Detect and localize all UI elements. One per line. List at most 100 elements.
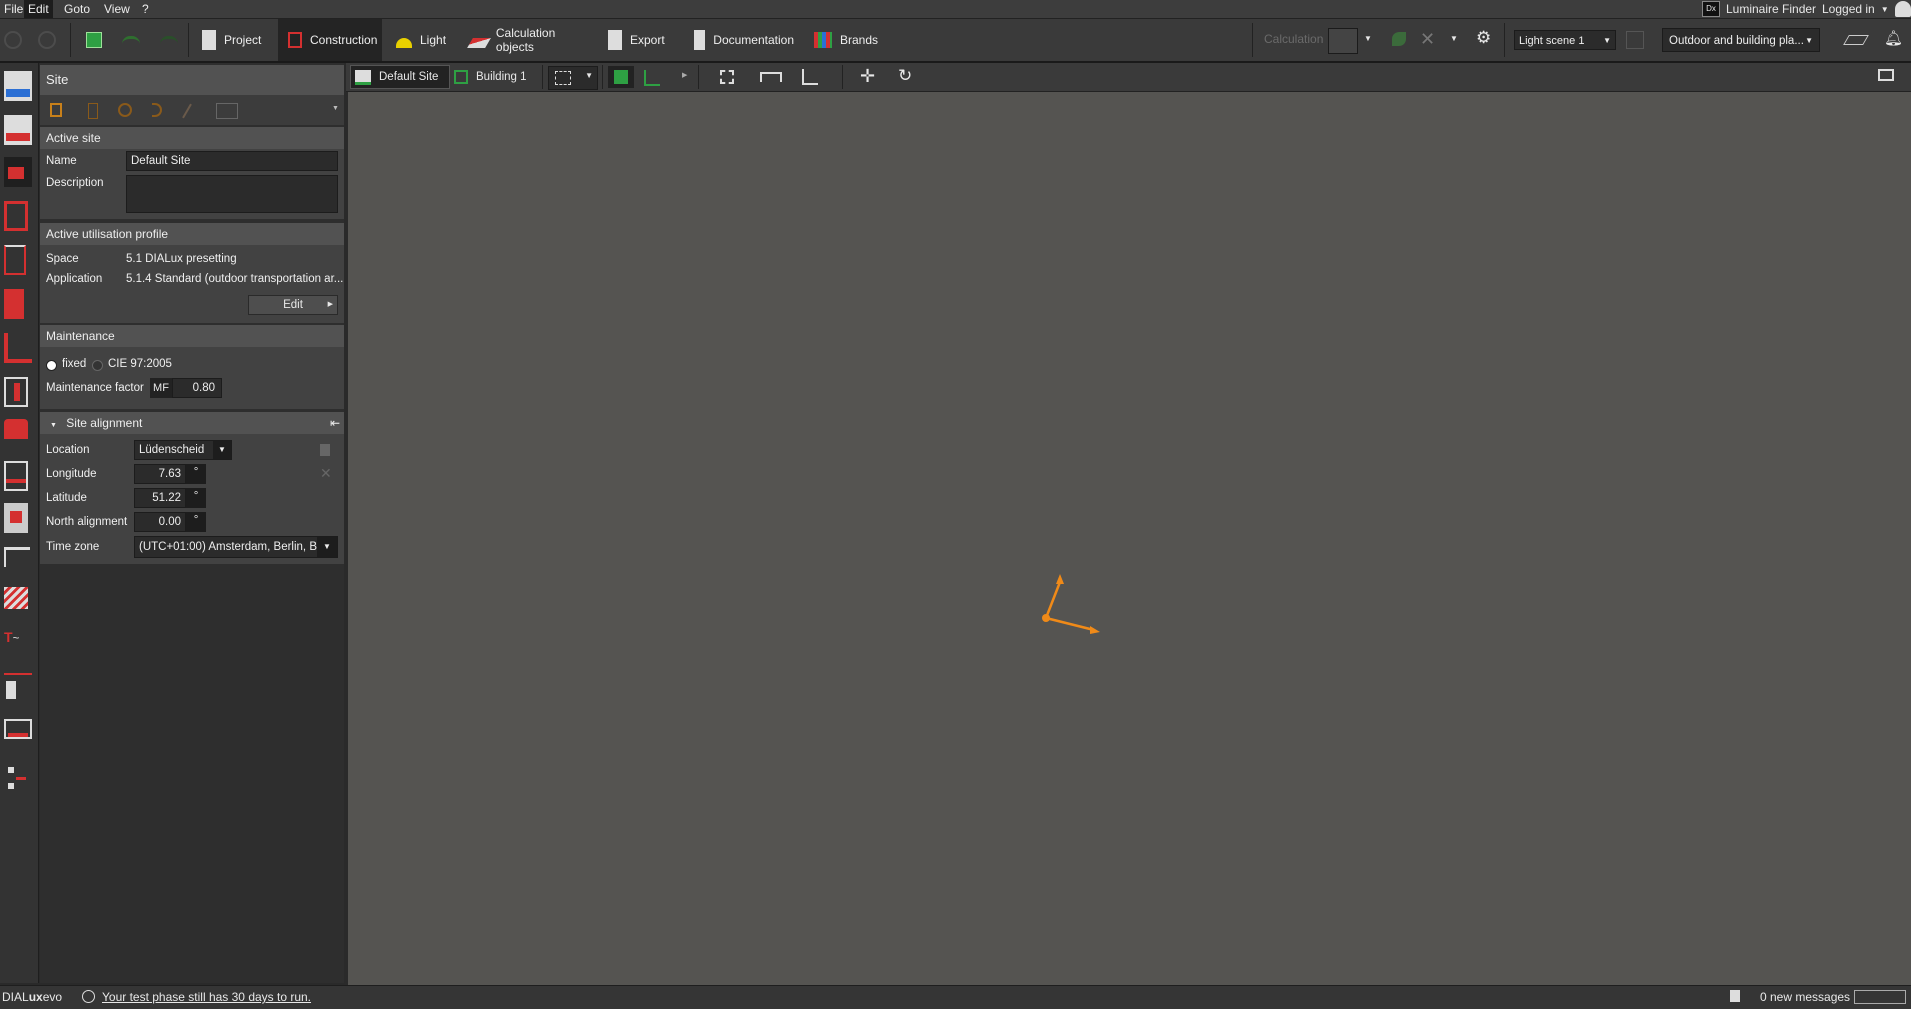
- tab-calculation-objects[interactable]: Calculation objects: [467, 19, 596, 61]
- cie-radio[interactable]: [92, 360, 103, 371]
- forward-icon[interactable]: [38, 31, 56, 49]
- leaf-icon[interactable]: [1392, 32, 1406, 46]
- building-breadcrumb[interactable]: Building 1: [454, 65, 534, 89]
- progress-bar: [1854, 990, 1906, 1004]
- furniture-tool-icon[interactable]: [4, 547, 30, 567]
- location-value: Lüdenscheid: [139, 444, 205, 456]
- chevron-right-icon[interactable]: ▶: [682, 71, 687, 79]
- latitude-input[interactable]: 51.22: [134, 488, 186, 508]
- north-alignment-unit: °: [186, 512, 206, 532]
- table-icon[interactable]: [216, 103, 238, 119]
- wall-tool-icon[interactable]: [4, 333, 32, 363]
- room-tool-icon[interactable]: [4, 289, 24, 319]
- tab-light[interactable]: Light: [396, 19, 456, 61]
- selection-mode-select[interactable]: ▼: [548, 66, 598, 90]
- measure-width-icon[interactable]: [760, 72, 782, 82]
- fixed-radio[interactable]: [46, 360, 57, 371]
- scene-settings-icon[interactable]: [1626, 31, 1644, 49]
- gear-icon[interactable]: ⚙: [1476, 28, 1491, 48]
- site-tool-icon[interactable]: [4, 157, 32, 187]
- north-alignment-label: North alignment: [46, 516, 128, 528]
- tool-strip: T~: [0, 63, 39, 983]
- cancel-dropdown-icon[interactable]: ▼: [1450, 34, 1458, 43]
- site-alignment-header[interactable]: ▼ Site alignment ⇤: [40, 412, 344, 434]
- user-avatar-icon: [1894, 1, 1911, 17]
- edit-profile-label: Edit: [283, 299, 303, 311]
- tab-export[interactable]: Export: [608, 19, 674, 61]
- panel-title: Site: [40, 65, 344, 95]
- site-alignment-title: Site alignment: [66, 416, 143, 430]
- notification-bell-icon[interactable]: 🔔︎: [1884, 29, 1903, 47]
- redo-icon[interactable]: [160, 36, 178, 47]
- rectangle-tool-icon[interactable]: [4, 719, 32, 739]
- menu-view[interactable]: View: [100, 0, 134, 18]
- planning-mode-select[interactable]: Outdoor and building pla... ▼: [1662, 28, 1820, 52]
- tab-brands[interactable]: Brands: [814, 19, 884, 61]
- menu-goto[interactable]: Goto: [60, 0, 94, 18]
- luminaire-finder-button[interactable]: Dx Luminaire Finder: [1702, 1, 1816, 17]
- tab-documentation[interactable]: Documentation: [694, 19, 794, 61]
- light-scene-select[interactable]: Light scene 1 ▼: [1514, 30, 1616, 50]
- door-icon[interactable]: [88, 103, 98, 119]
- north-alignment-input[interactable]: 0.00: [134, 512, 186, 532]
- view-3d-button[interactable]: [608, 66, 634, 88]
- dwg-import-icon[interactable]: [4, 71, 32, 101]
- zoom-extents-icon[interactable]: [720, 70, 734, 84]
- monitor-icon[interactable]: [1878, 69, 1894, 81]
- site-description-input[interactable]: [126, 175, 338, 213]
- calculation-dropdown-icon[interactable]: ▼: [1364, 34, 1372, 43]
- chevron-down-icon: ▼: [585, 71, 593, 80]
- text-tool-icon[interactable]: T~: [4, 629, 32, 659]
- save-icon[interactable]: [86, 32, 102, 48]
- curve-icon[interactable]: [152, 103, 162, 117]
- material-tool-icon[interactable]: [4, 587, 28, 609]
- clear-location-icon[interactable]: ✕: [320, 465, 332, 482]
- maintenance-section: fixed CIE 97:2005 Maintenance factor MF …: [40, 347, 344, 409]
- move-icon[interactable]: ✛: [860, 66, 875, 87]
- ceiling-tool-icon[interactable]: [4, 461, 28, 491]
- ifc-import-icon[interactable]: [4, 115, 32, 145]
- rotate-icon[interactable]: ↻: [898, 66, 912, 86]
- cube-3d-icon: [614, 70, 628, 84]
- longitude-input[interactable]: 7.63: [134, 464, 186, 484]
- roof-tool-icon[interactable]: [4, 419, 28, 439]
- save-status-icon: [1730, 990, 1740, 1002]
- ground-plane-icon[interactable]: [1843, 35, 1869, 45]
- circle-icon[interactable]: [118, 103, 132, 117]
- mf-tag: MF: [150, 378, 172, 398]
- cut-tool-icon[interactable]: [4, 673, 32, 705]
- active-site-section: Name Default Site Description: [40, 149, 344, 219]
- site-name-input[interactable]: Default Site: [126, 151, 338, 171]
- maintenance-factor-input[interactable]: 0.80: [172, 378, 222, 398]
- angle-icon[interactable]: [182, 103, 192, 119]
- dialux-logo: DIALuxevo: [2, 990, 62, 1004]
- storey-tool-icon[interactable]: [4, 245, 26, 275]
- tab-project[interactable]: Project: [202, 19, 276, 61]
- default-site-breadcrumb[interactable]: Default Site: [350, 65, 450, 89]
- object-tool-icon[interactable]: [4, 503, 28, 533]
- menu-edit[interactable]: Edit: [24, 0, 53, 18]
- trial-notice-link[interactable]: Your test phase still has 30 days to run…: [102, 990, 311, 1004]
- chevron-down-icon[interactable]: ▼: [332, 105, 339, 112]
- edit-profile-button[interactable]: Edit ▶: [248, 295, 338, 315]
- pin-icon[interactable]: ⇤: [330, 412, 340, 434]
- back-icon[interactable]: [4, 31, 22, 49]
- account-menu[interactable]: Logged in ▼: [1822, 1, 1911, 17]
- 3d-viewport[interactable]: [348, 92, 1911, 985]
- tab-construction[interactable]: Construction: [278, 19, 382, 61]
- location-select[interactable]: Lüdenscheid ▼: [134, 440, 232, 460]
- menu-help[interactable]: ?: [138, 0, 153, 18]
- calculation-start-button[interactable]: [1328, 28, 1358, 54]
- measure-tool-icon[interactable]: [4, 763, 32, 793]
- cube-tool-icon[interactable]: [4, 377, 28, 407]
- time-zone-select[interactable]: (UTC+01:00) Amsterdam, Berlin, Be ▼: [134, 536, 338, 558]
- cie-label: CIE 97:2005: [108, 358, 172, 370]
- location-info-icon[interactable]: [320, 444, 330, 456]
- measure-axes-icon[interactable]: [802, 69, 818, 85]
- building-tool-icon[interactable]: [4, 201, 28, 231]
- list-icon[interactable]: [50, 103, 62, 117]
- cancel-calculation-icon[interactable]: ✕: [1420, 29, 1435, 50]
- undo-icon[interactable]: [122, 36, 140, 47]
- messages-count[interactable]: 0 new messages: [1760, 990, 1850, 1004]
- floor-plan-icon[interactable]: [644, 70, 660, 86]
